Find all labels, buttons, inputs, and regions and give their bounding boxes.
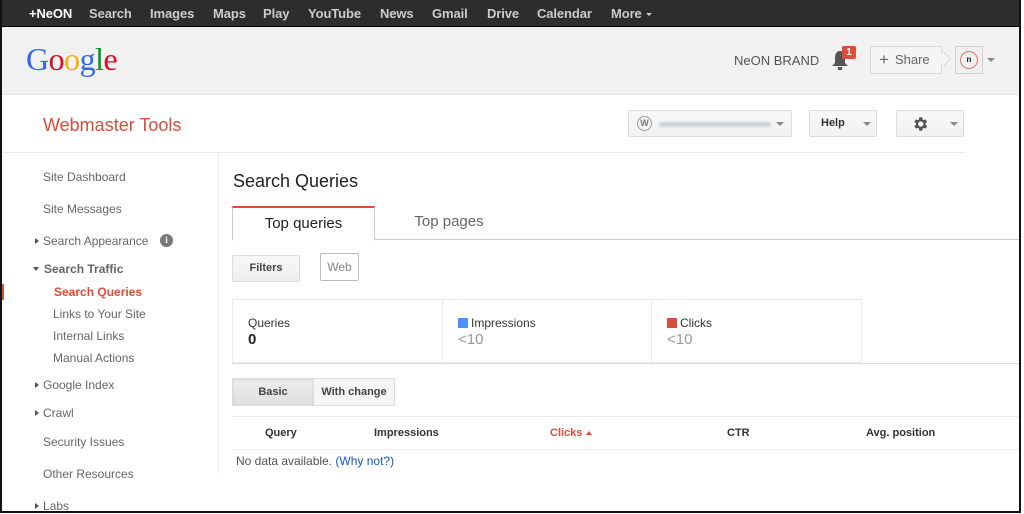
site-url-blurred [659, 122, 771, 127]
tab-bar: Top queries Top pages [232, 206, 1019, 241]
share-button[interactable]: + Share [870, 46, 942, 74]
sidebar-item-search-appearance[interactable]: Search Appearance [43, 234, 148, 248]
logo-letter: g [79, 41, 96, 77]
gbar-link-drive[interactable]: Drive [487, 6, 519, 21]
expand-arrow-icon[interactable] [35, 382, 39, 388]
google-logo[interactable]: Google [26, 41, 118, 78]
gbar-link-images[interactable]: Images [150, 6, 194, 21]
sidebar-item-site-messages[interactable]: Site Messages [43, 202, 122, 216]
column-header-clicks[interactable]: Clicks [550, 427, 593, 439]
gbar-more-label: More [611, 6, 642, 21]
expand-arrow-icon[interactable] [35, 503, 39, 509]
stat-impressions[interactable]: Impressions <10 [442, 299, 652, 363]
stat-label: Queries [248, 316, 291, 330]
help-button[interactable]: Help [809, 110, 877, 137]
browser-frame: +NeON Search Images Maps Play YouTube Ne… [0, 0, 1021, 513]
expand-arrow-icon[interactable] [35, 410, 39, 416]
column-header-clicks-label: Clicks [550, 427, 583, 439]
filters-button[interactable]: Filters [232, 255, 300, 282]
logo-letter: e [103, 41, 118, 77]
view-with-change-toggle[interactable]: With change [313, 378, 395, 406]
gbar-link-gmail[interactable]: Gmail [432, 6, 468, 21]
collapse-arrow-icon[interactable] [33, 267, 39, 271]
gbar-link-youtube[interactable]: YouTube [308, 6, 361, 21]
gbar-link-search[interactable]: Search [89, 6, 132, 21]
share-label: Share [894, 52, 930, 67]
logo-letter: G [26, 41, 49, 77]
logo-letter: l [95, 41, 104, 77]
clicks-color-swatch[interactable] [667, 318, 677, 328]
sidebar-item-links-to-your-site[interactable]: Links to Your Site [53, 307, 146, 321]
sort-ascending-icon [586, 431, 593, 435]
stat-label: Impressions [458, 316, 536, 330]
expand-arrow-icon[interactable] [35, 238, 39, 244]
product-header: Webmaster Tools W Help [2, 96, 966, 153]
tab-top-queries[interactable]: Top queries [232, 206, 375, 241]
sidebar-item-manual-actions[interactable]: Manual Actions [53, 351, 134, 365]
chevron-down-icon [863, 122, 871, 126]
gbar-link-plus[interactable]: +NeON [29, 6, 72, 21]
why-not-link[interactable]: (Why not?) [335, 454, 394, 468]
sidebar-nav: Site Dashboard Site Messages Search Appe… [2, 153, 219, 481]
plus-icon: + [879, 50, 889, 69]
notification-count-badge[interactable]: 1 [842, 46, 856, 59]
gbar-link-news[interactable]: News [380, 6, 414, 21]
gear-icon [914, 117, 928, 131]
info-icon[interactable]: i [160, 234, 173, 247]
chevron-down-icon [645, 13, 652, 17]
product-title[interactable]: Webmaster Tools [43, 115, 181, 136]
sidebar-item-security-issues[interactable]: Security Issues [43, 435, 124, 449]
stat-label: Clicks [667, 316, 712, 330]
column-header-query[interactable]: Query [265, 427, 297, 439]
logo-letter: o [48, 41, 65, 77]
column-header-impressions[interactable]: Impressions [374, 427, 439, 439]
stat-value: <10 [667, 331, 693, 348]
main-content: Search Queries Top queries Top pages Fil… [220, 153, 1019, 511]
google-bar: +NeON Search Images Maps Play YouTube Ne… [2, 0, 1019, 27]
settings-button[interactable] [896, 110, 964, 137]
gbar-more-menu[interactable]: More [611, 6, 652, 21]
sidebar-item-internal-links[interactable]: Internal Links [53, 329, 124, 343]
stat-value: 0 [248, 331, 257, 348]
stat-queries: Queries 0 [232, 299, 443, 363]
sidebar-item-other-resources[interactable]: Other Resources [43, 467, 134, 481]
empty-state-text: No data available. [236, 454, 333, 468]
web-filter-chip[interactable]: Web [320, 253, 359, 281]
chevron-down-icon[interactable] [987, 58, 995, 62]
stat-label-text: Impressions [471, 316, 536, 330]
page-title: Search Queries [233, 171, 359, 191]
sidebar-item-search-queries[interactable]: Search Queries [54, 285, 142, 299]
active-item-marker [2, 284, 4, 300]
gbar-link-play[interactable]: Play [263, 6, 289, 21]
chevron-down-icon [776, 122, 784, 126]
account-avatar[interactable]: n [955, 46, 983, 74]
header: Google NeON BRAND 1 + Share n [2, 27, 1019, 95]
site-selector-dropdown[interactable]: W [628, 110, 792, 137]
sidebar-item-crawl[interactable]: Crawl [43, 406, 74, 420]
sidebar-item-google-index[interactable]: Google Index [43, 378, 114, 392]
sidebar-item-search-traffic[interactable]: Search Traffic [44, 262, 123, 276]
wordpress-icon: W [637, 116, 652, 131]
view-basic-toggle[interactable]: Basic [232, 378, 314, 406]
account-name-link[interactable]: NeON BRAND [734, 53, 819, 68]
logo-letter: o [64, 41, 80, 77]
sidebar-item-labs[interactable]: Labs [43, 499, 69, 511]
gbar-link-maps[interactable]: Maps [213, 6, 246, 21]
table-header: Query Impressions Clicks CTR Avg. positi… [232, 416, 1019, 450]
help-label: Help [821, 117, 845, 129]
chevron-down-icon [950, 122, 958, 126]
stat-clicks[interactable]: Clicks <10 [651, 299, 862, 363]
empty-state: No data available. (Why not?) [236, 454, 394, 468]
gbar-link-calendar[interactable]: Calendar [537, 6, 592, 21]
tab-top-pages[interactable]: Top pages [375, 206, 523, 240]
summary-stats: Queries 0 Impressions <10 Clicks <10 [232, 299, 1019, 364]
impressions-color-swatch[interactable] [458, 318, 468, 328]
stat-label-text: Clicks [680, 316, 712, 330]
stat-value: <10 [458, 331, 484, 348]
column-header-avg-position[interactable]: Avg. position [866, 427, 935, 439]
column-header-ctr[interactable]: CTR [727, 427, 750, 439]
avatar-logo: n [960, 51, 978, 69]
sidebar-item-site-dashboard[interactable]: Site Dashboard [43, 170, 126, 184]
